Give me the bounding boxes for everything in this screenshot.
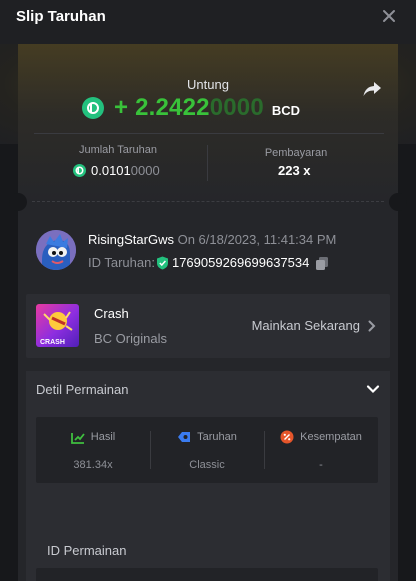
slip-notch: [389, 193, 407, 211]
stat-label: Hasil: [90, 431, 116, 443]
game-stats: Hasil 381.34x Taruhan Classic Kesempatan…: [36, 417, 378, 483]
game-id-label: ID Permainan: [47, 543, 127, 558]
shield-icon: [156, 256, 168, 269]
result-icon: [70, 433, 85, 444]
profit-amount: + 2.24220000: [114, 94, 264, 121]
dashed-separator: [32, 201, 384, 202]
play-now-label: Mainkan Sekarang: [251, 318, 360, 333]
payout-value: 223 x: [278, 163, 311, 178]
bet-id: 1769059269699637534: [171, 255, 310, 270]
bet-date: On 6/18/2023, 11:41:34 PM: [177, 232, 337, 247]
stat-bet: Taruhan Classic: [150, 417, 264, 483]
stat-label: Kesempatan: [300, 431, 362, 443]
bcd-coin-icon: [73, 164, 86, 177]
game-details-title: Detil Permainan: [36, 382, 129, 397]
modal-header: Slip Taruhan: [0, 0, 416, 44]
stat-value: -: [319, 459, 323, 471]
chevron-down-icon: [366, 385, 380, 394]
game-provider: BC Originals: [94, 331, 167, 346]
game-details-panel: Hasil 381.34x Taruhan Classic Kesempatan…: [26, 407, 390, 581]
bet-id-label: ID Taruhan:: [88, 255, 155, 270]
bet-icon: [178, 432, 191, 442]
game-card: CRASH Crash BC Originals Mainkan Sekaran…: [26, 294, 390, 358]
game-id-field[interactable]: 6071605: [36, 568, 378, 581]
slip-notch: [9, 193, 27, 211]
bcd-coin-icon: [82, 97, 104, 119]
share-icon[interactable]: [362, 80, 382, 98]
stat-label: Taruhan: [197, 431, 237, 443]
bet-amount-value: 0.0101 0000: [73, 163, 160, 178]
stat-chance: Kesempatan -: [264, 417, 378, 483]
crash-game-thumbnail[interactable]: CRASH: [36, 304, 79, 347]
avatar[interactable]: [36, 230, 76, 270]
chance-icon: [280, 430, 294, 444]
payout-label: Pembayaran: [264, 147, 328, 159]
close-icon[interactable]: [380, 7, 398, 25]
stat-value: 381.34x: [73, 459, 113, 471]
stat-result: Hasil 381.34x: [36, 417, 150, 483]
profit-row: + 2.24220000 BCD: [82, 94, 300, 122]
stat-value: Classic: [189, 459, 225, 471]
profit-currency: BCD: [271, 102, 301, 118]
divider: [34, 133, 384, 134]
game-name: Crash: [94, 306, 129, 321]
play-now-button[interactable]: Mainkan Sekarang: [252, 318, 376, 333]
player-name[interactable]: RisingStarGws: [88, 232, 174, 247]
bet-id-row: ID Taruhan: 1769059269699637534: [88, 255, 329, 270]
player-info: RisingStarGws On 6/18/2023, 11:41:34 PM: [88, 232, 336, 247]
modal-title: Slip Taruhan: [16, 8, 106, 25]
bet-amount-label: Jumlah Taruhan: [78, 144, 158, 156]
bet-slip: Untung + 2.24220000 BCD Jumlah Taruhan 0…: [9, 44, 407, 581]
profit-label: Untung: [187, 77, 229, 92]
chevron-right-icon: [368, 320, 376, 331]
divider: [207, 145, 208, 181]
copy-icon[interactable]: [315, 256, 329, 270]
game-details-toggle[interactable]: Detil Permainan: [26, 371, 390, 407]
slip-glow: [18, 44, 398, 204]
thumbnail-text: CRASH: [40, 339, 65, 346]
